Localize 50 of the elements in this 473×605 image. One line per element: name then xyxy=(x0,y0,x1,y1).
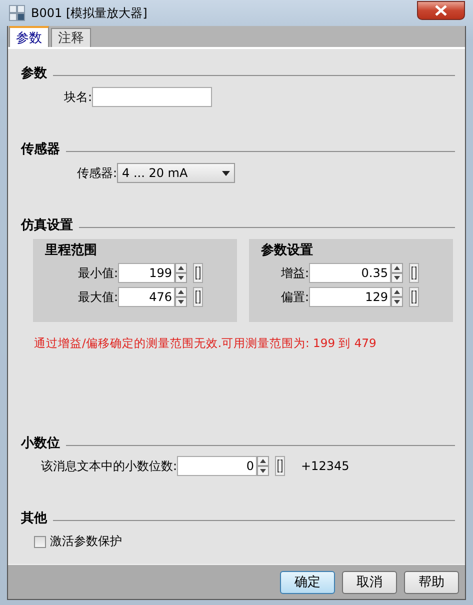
bracket-icon xyxy=(277,459,283,473)
number-field[interactable]: 129 xyxy=(309,287,391,307)
section-heading: 小数位 xyxy=(21,435,60,452)
field-label: 最小值: xyxy=(76,264,118,282)
tab[interactable]: 注释 xyxy=(51,28,91,47)
checkbox-label: 激活参数保护 xyxy=(50,533,122,550)
number-field[interactable]: 0.35 xyxy=(309,263,391,283)
field-label: 最大值: xyxy=(76,288,118,306)
field-label: 偏置: xyxy=(280,288,309,306)
dialog-button[interactable]: 帮助 xyxy=(404,570,459,594)
dialog-button[interactable]: 确定 xyxy=(280,570,335,594)
number-field[interactable]: 476 xyxy=(118,287,175,307)
caret-icon xyxy=(222,170,230,176)
close-icon xyxy=(434,4,448,16)
spinner-button[interactable] xyxy=(391,287,403,307)
group-title: 里程范围 xyxy=(44,242,98,260)
window-title: B001 [模拟量放大器] xyxy=(31,4,148,22)
error-message: 通过增益/偏移确定的测量范围无效.可用测量范围为: 199 到 479 xyxy=(34,336,378,351)
bracket-icon xyxy=(411,266,417,280)
number-field[interactable]: 0 xyxy=(177,456,257,476)
checkbox[interactable] xyxy=(34,536,46,548)
bracket-icon xyxy=(195,266,201,280)
spinner-button[interactable] xyxy=(175,263,187,283)
reference-button[interactable] xyxy=(409,263,419,283)
spinner-button[interactable] xyxy=(175,287,187,307)
spinner-button[interactable] xyxy=(391,263,403,283)
tab[interactable]: 参数 xyxy=(9,26,49,47)
dialog-button[interactable]: 取消 xyxy=(342,570,397,594)
reference-button[interactable] xyxy=(275,456,285,476)
section-heading: 仿真设置 xyxy=(21,217,73,234)
preview-value: +12345 xyxy=(301,459,350,473)
bracket-icon xyxy=(411,290,417,304)
reference-button[interactable] xyxy=(193,287,203,307)
field-label: 块名: xyxy=(62,88,92,106)
number-field[interactable]: 199 xyxy=(118,263,175,283)
field-label: 该消息文本中的小数位数: xyxy=(40,458,177,474)
spinner-button[interactable] xyxy=(257,456,269,476)
group-title: 参数设置 xyxy=(260,242,314,260)
reference-button[interactable] xyxy=(409,287,419,307)
reference-button[interactable] xyxy=(193,263,203,283)
sensor-dropdown[interactable]: 4 ... 20 mA xyxy=(117,163,235,183)
field-label: 传感器: xyxy=(76,164,117,182)
bracket-icon xyxy=(195,290,201,304)
section-heading: 其他 xyxy=(21,510,47,527)
close-button[interactable] xyxy=(417,0,465,20)
app-icon xyxy=(9,5,25,21)
section-heading: 传感器 xyxy=(21,141,60,158)
section-heading: 参数 xyxy=(21,65,47,82)
field-label: 增益: xyxy=(280,264,309,282)
text-field[interactable] xyxy=(92,87,212,107)
